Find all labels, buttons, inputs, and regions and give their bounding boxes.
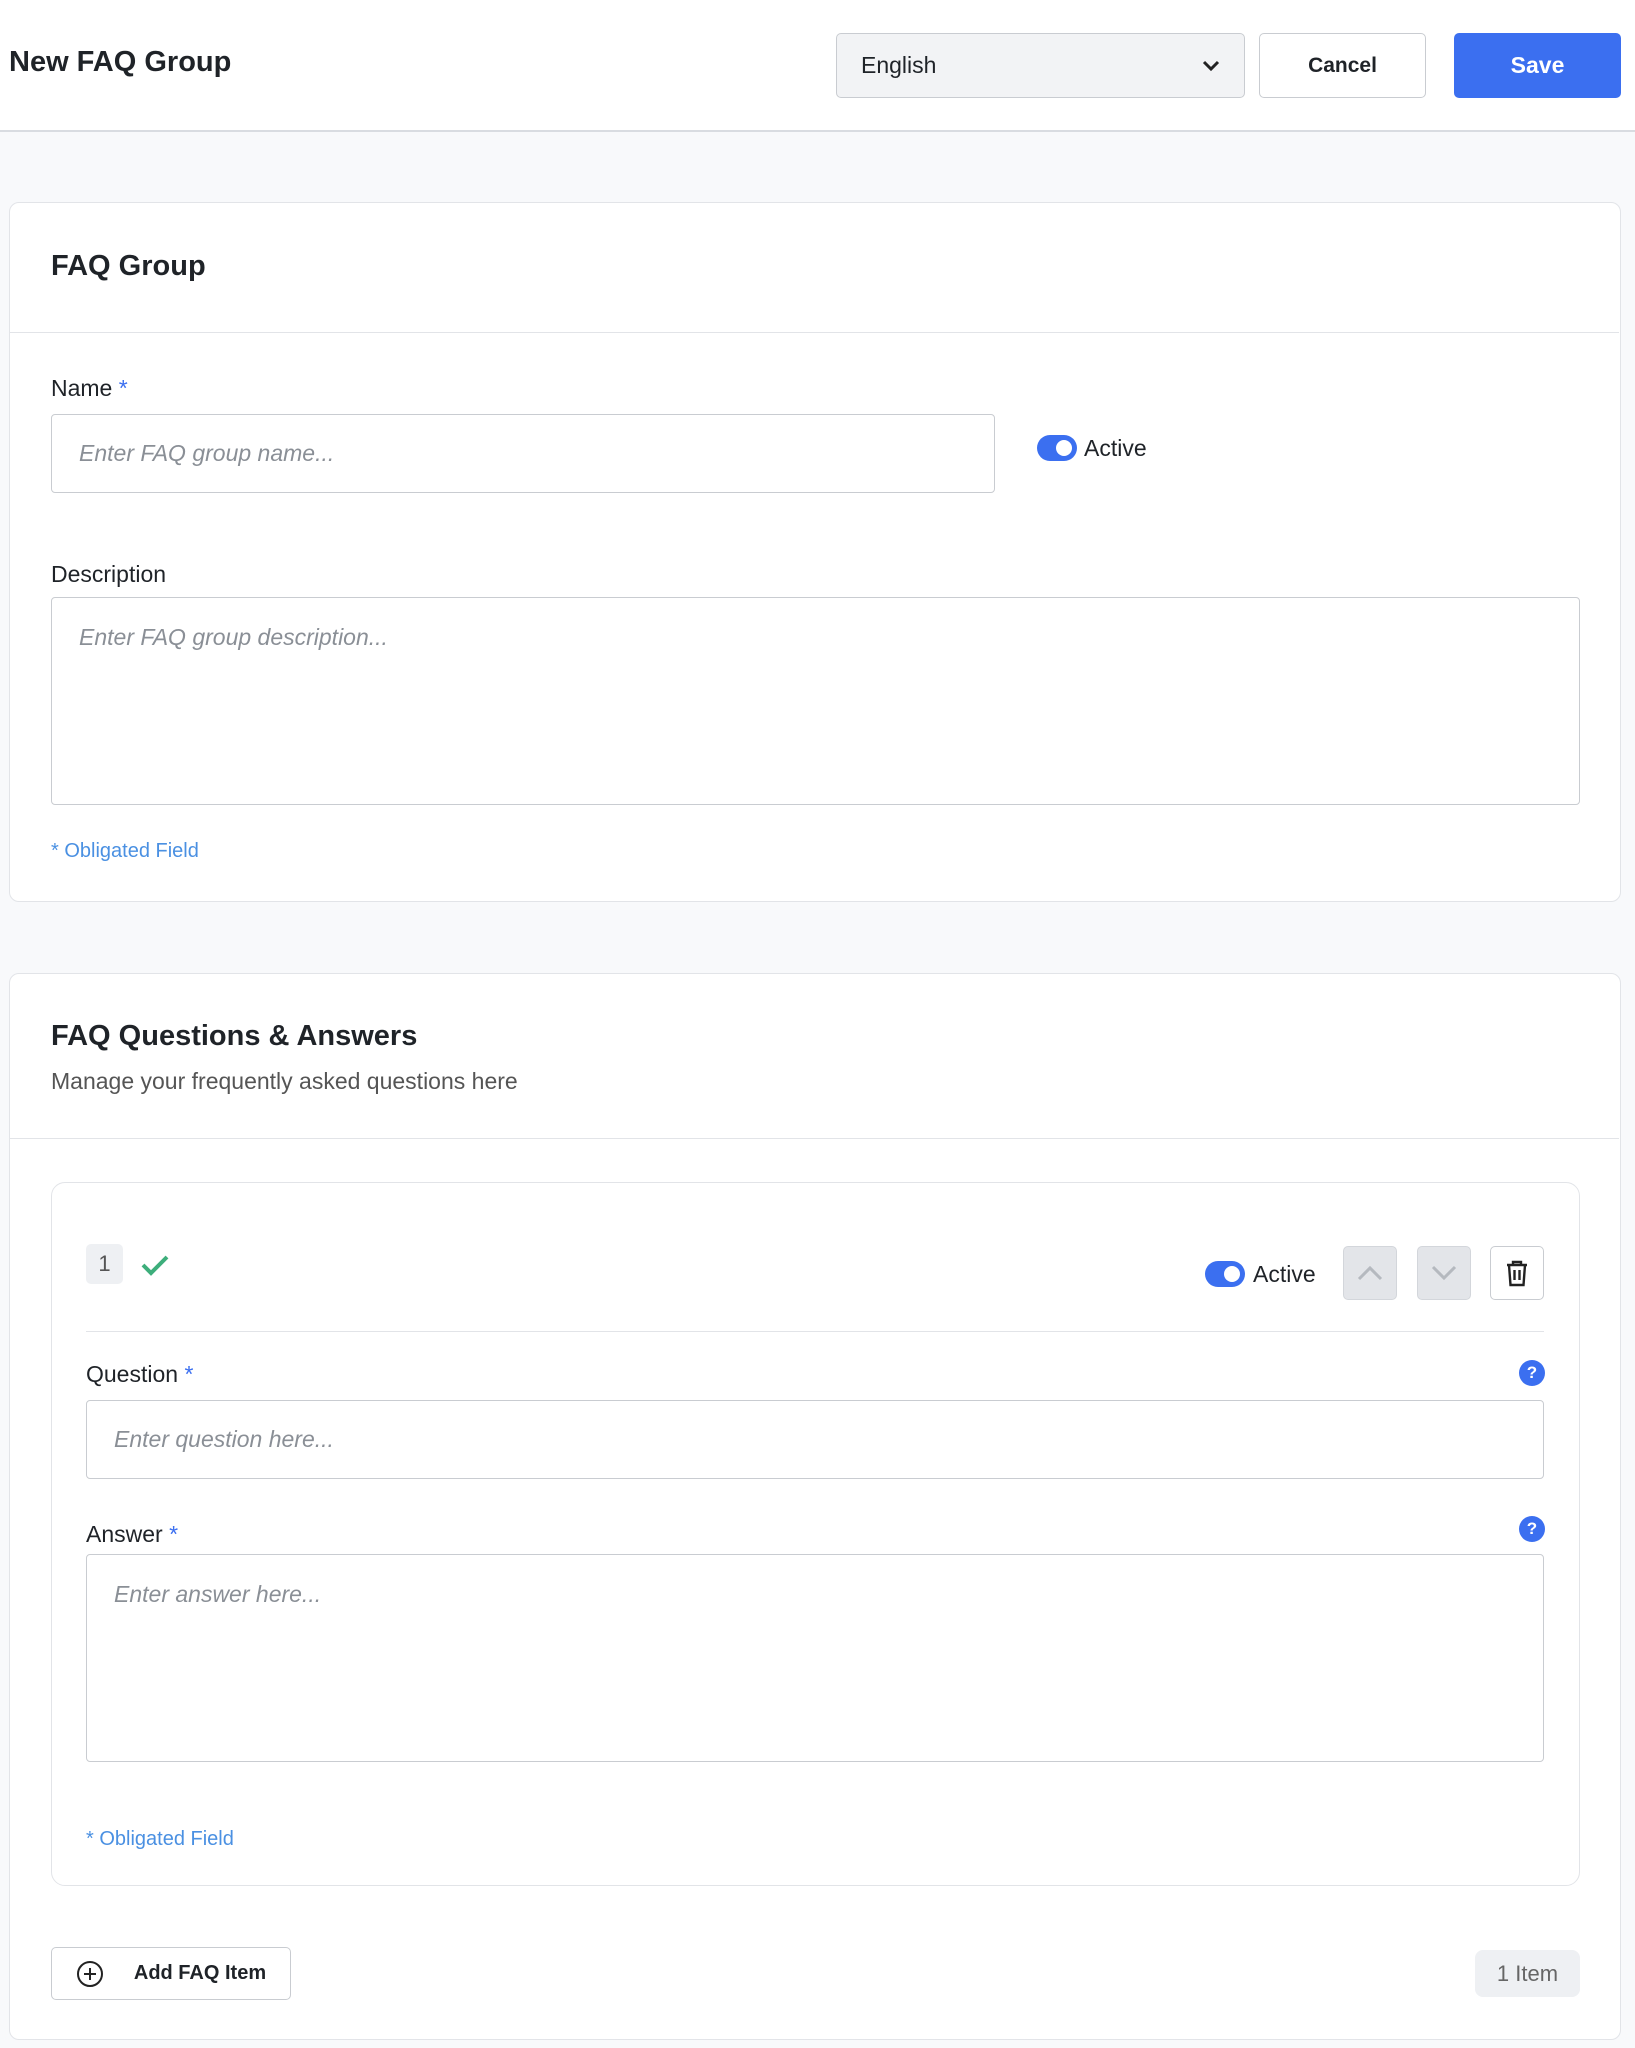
divider bbox=[10, 332, 1619, 333]
obligated-field-note: * Obligated Field bbox=[86, 1828, 234, 1850]
item-active-toggle[interactable] bbox=[1205, 1261, 1245, 1287]
chevron-down-icon bbox=[1202, 60, 1220, 71]
language-select[interactable]: English bbox=[836, 33, 1245, 98]
question-help-icon[interactable]: ? bbox=[1519, 1360, 1545, 1386]
top-bar: New FAQ Group English Cancel Save bbox=[0, 0, 1635, 132]
move-down-button[interactable] bbox=[1417, 1246, 1471, 1300]
question-label: Question * bbox=[86, 1361, 194, 1387]
check-icon bbox=[141, 1255, 169, 1276]
delete-button[interactable] bbox=[1490, 1246, 1544, 1300]
answer-help-icon[interactable]: ? bbox=[1519, 1516, 1545, 1542]
name-label: Name * bbox=[51, 375, 128, 401]
plus-circle-icon bbox=[76, 1960, 103, 1987]
item-count-badge: 1 Item bbox=[1475, 1950, 1580, 1997]
description-label: Description bbox=[51, 561, 167, 587]
page-title: New FAQ Group bbox=[9, 46, 232, 78]
answer-textarea[interactable]: Enter answer here... bbox=[86, 1554, 1544, 1762]
item-active-label: Active bbox=[1253, 1261, 1316, 1287]
faq-group-card: FAQ Group Name * Enter FAQ group name...… bbox=[9, 202, 1621, 902]
cancel-button[interactable]: Cancel bbox=[1259, 33, 1426, 98]
chevron-up-icon bbox=[1357, 1265, 1383, 1281]
section-subtitle: Manage your frequently asked questions h… bbox=[51, 1068, 518, 1094]
move-up-button[interactable] bbox=[1343, 1246, 1397, 1300]
answer-label: Answer * bbox=[86, 1521, 179, 1547]
faq-qa-card: FAQ Questions & Answers Manage your freq… bbox=[9, 973, 1621, 2040]
chevron-down-icon bbox=[1431, 1265, 1457, 1281]
section-title: FAQ Questions & Answers bbox=[51, 1020, 418, 1052]
active-toggle[interactable] bbox=[1037, 435, 1077, 461]
language-value: English bbox=[861, 52, 937, 78]
question-input[interactable]: Enter question here... bbox=[86, 1400, 1544, 1479]
name-input[interactable]: Enter FAQ group name... bbox=[51, 414, 995, 493]
trash-icon bbox=[1507, 1260, 1527, 1287]
obligated-field-note: * Obligated Field bbox=[51, 840, 199, 862]
description-textarea[interactable]: Enter FAQ group description... bbox=[51, 597, 1580, 805]
add-faq-item-label: Add FAQ Item bbox=[133, 1962, 267, 1984]
section-title: FAQ Group bbox=[51, 250, 206, 282]
add-faq-item-button[interactable]: Add FAQ Item bbox=[51, 1947, 291, 2000]
save-button[interactable]: Save bbox=[1454, 33, 1621, 98]
divider bbox=[10, 1138, 1619, 1139]
faq-item-card: 1 Active Question * ? Enter question her… bbox=[51, 1182, 1580, 1886]
divider bbox=[86, 1331, 1544, 1332]
item-index-badge: 1 bbox=[86, 1244, 123, 1284]
active-label: Active bbox=[1084, 435, 1147, 461]
